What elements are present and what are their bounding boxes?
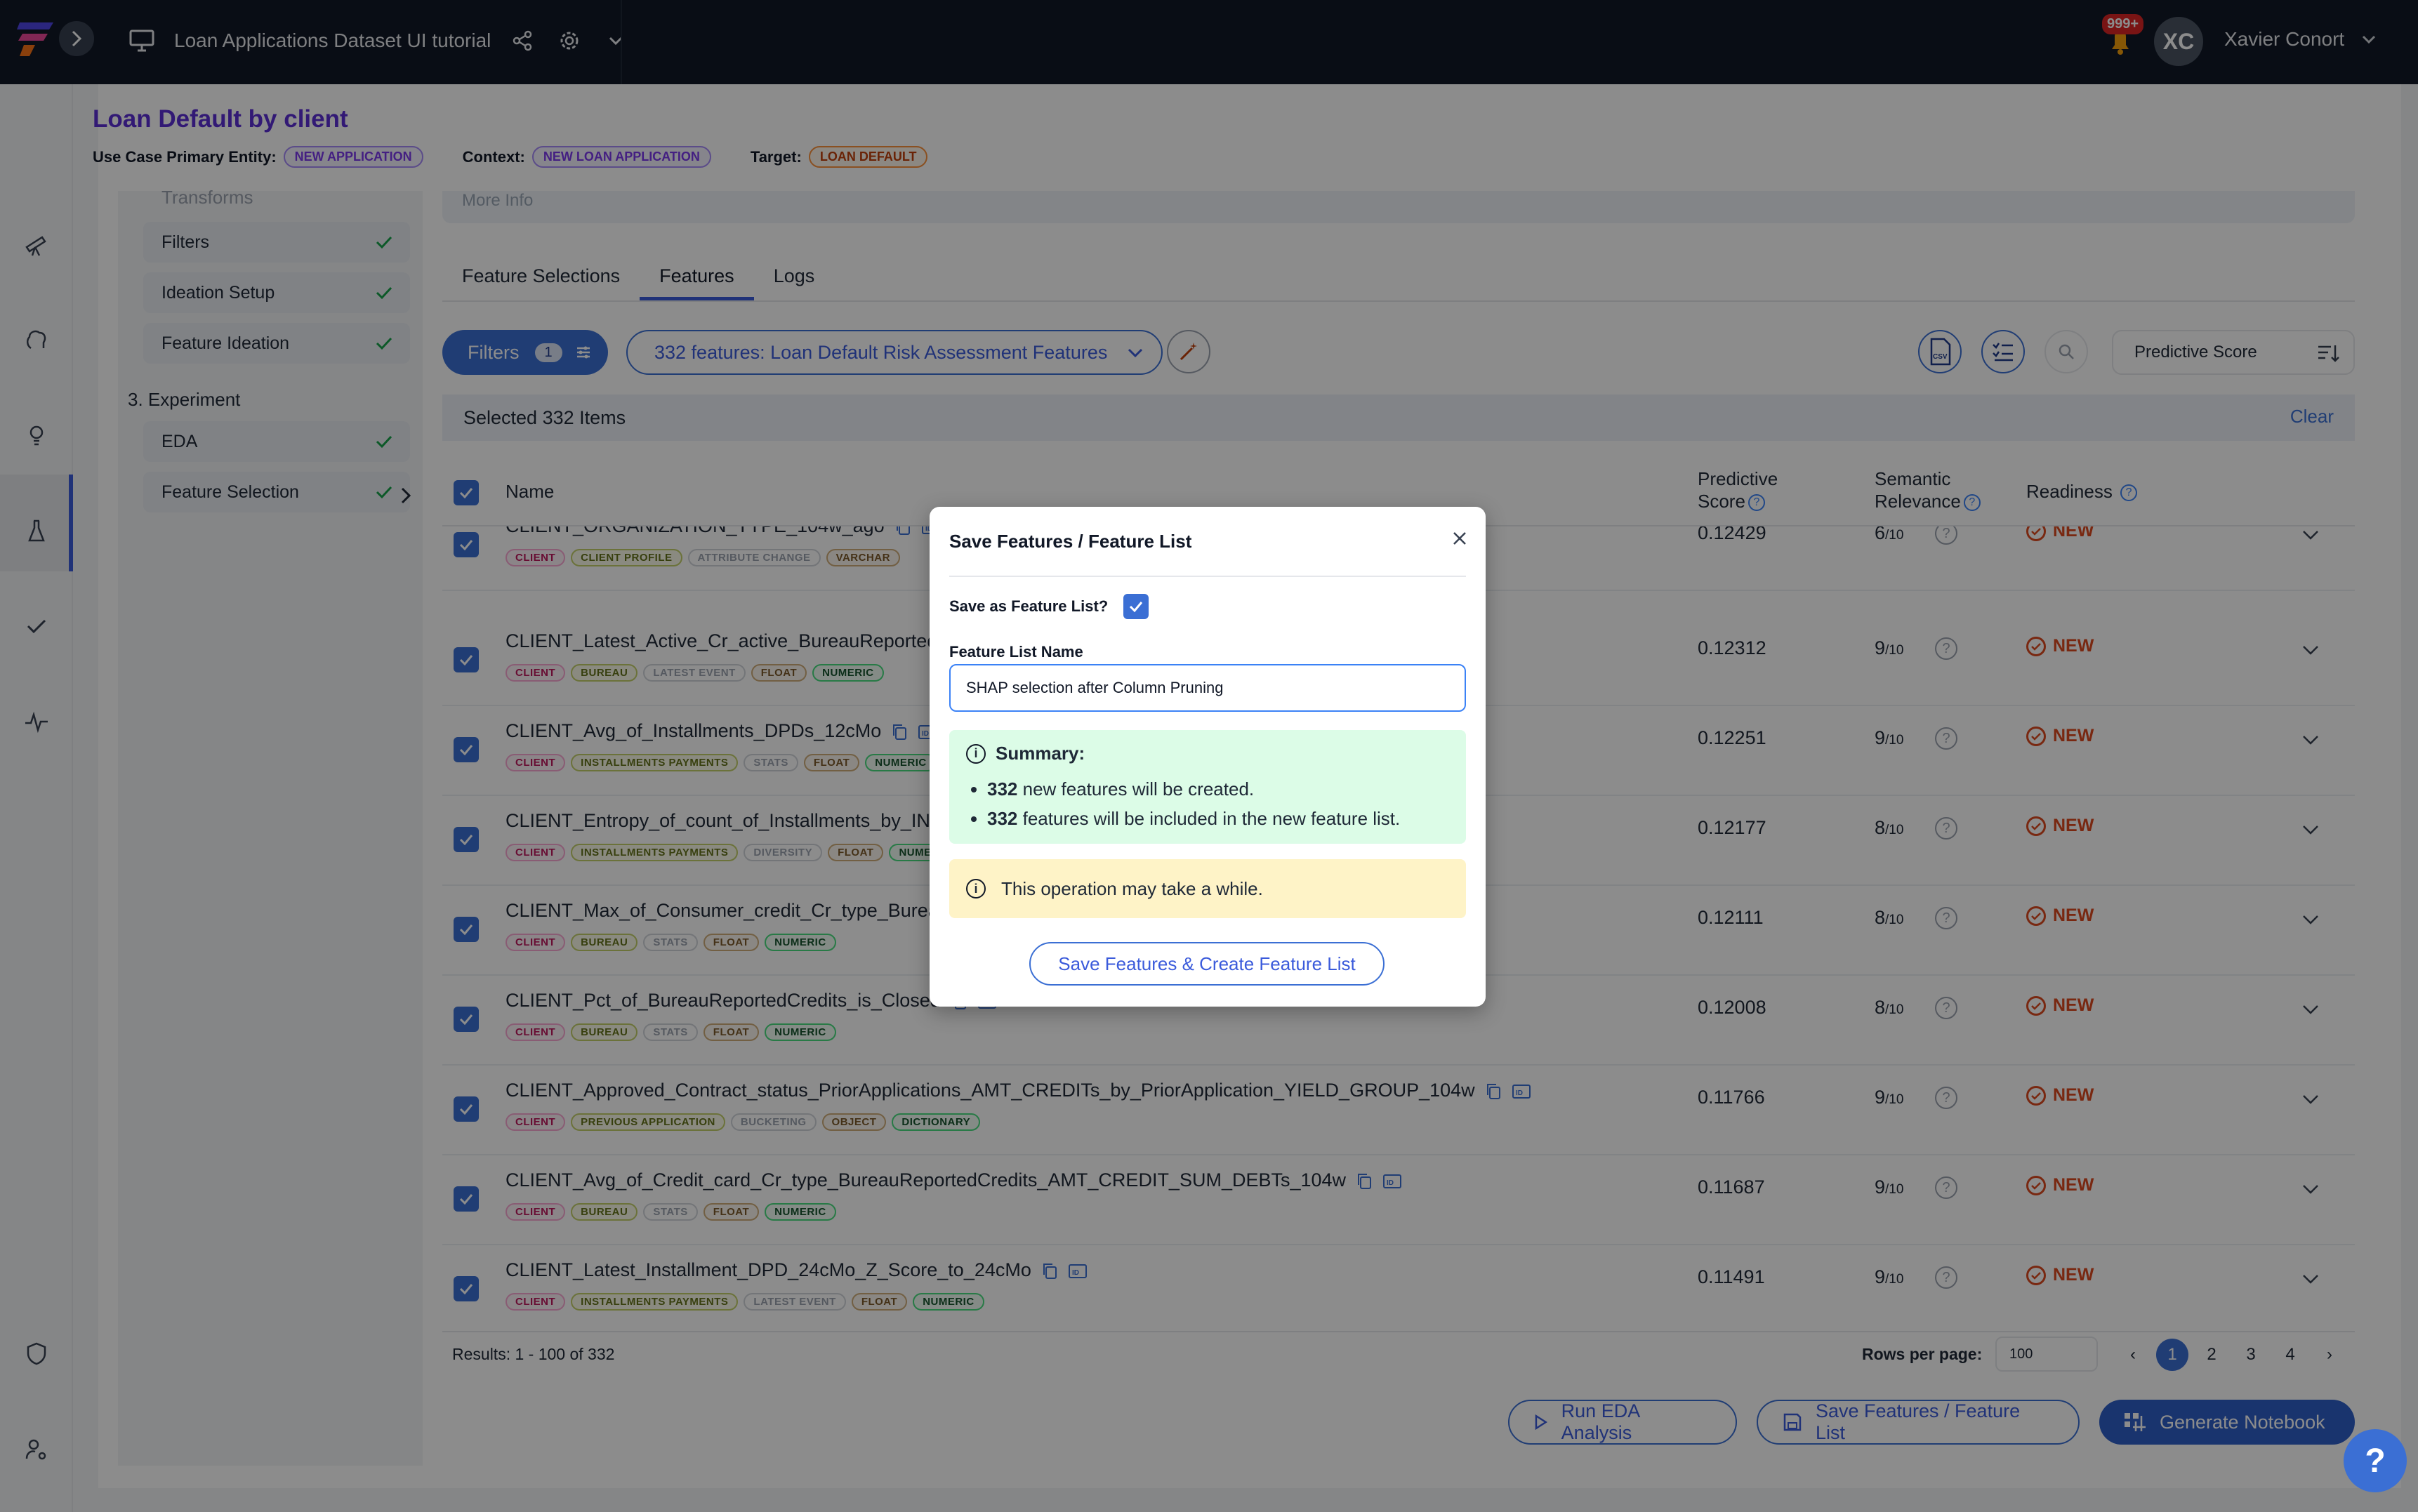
help-button[interactable]: ? xyxy=(2344,1429,2407,1492)
summary-box: i Summary: 332 new features will be crea… xyxy=(949,730,1466,844)
feature-list-name-label: Feature List Name xyxy=(949,643,1083,661)
info-icon: i xyxy=(966,743,986,764)
save-and-create-button[interactable]: Save Features & Create Feature List xyxy=(1029,942,1385,986)
save-features-dialog: Save Features / Feature List Save as Fea… xyxy=(930,507,1486,1007)
summary-item: 332 features will be included in the new… xyxy=(987,804,1449,833)
save-as-feature-list-row: Save as Feature List? xyxy=(949,594,1149,619)
save-as-label: Save as Feature List? xyxy=(949,597,1109,615)
summary-text: features will be included in the new fea… xyxy=(1017,808,1401,829)
summary-count: 332 xyxy=(987,778,1018,800)
summary-text: new features will be created. xyxy=(1017,778,1255,800)
dialog-title: Save Features / Feature List xyxy=(949,531,1192,552)
summary-count: 332 xyxy=(987,808,1018,829)
save-as-feature-list-checkbox[interactable] xyxy=(1123,594,1149,619)
summary-title: Summary: xyxy=(996,743,1085,764)
close-icon[interactable] xyxy=(1452,528,1467,552)
feature-list-name-input[interactable] xyxy=(949,664,1466,712)
warning-box: i This operation may take a while. xyxy=(949,859,1466,918)
summary-item: 332 new features will be created. xyxy=(987,774,1449,804)
warning-text: This operation may take a while. xyxy=(1001,877,1263,899)
check-icon xyxy=(1130,602,1143,613)
info-icon: i xyxy=(966,879,986,898)
dialog-divider xyxy=(949,576,1466,577)
